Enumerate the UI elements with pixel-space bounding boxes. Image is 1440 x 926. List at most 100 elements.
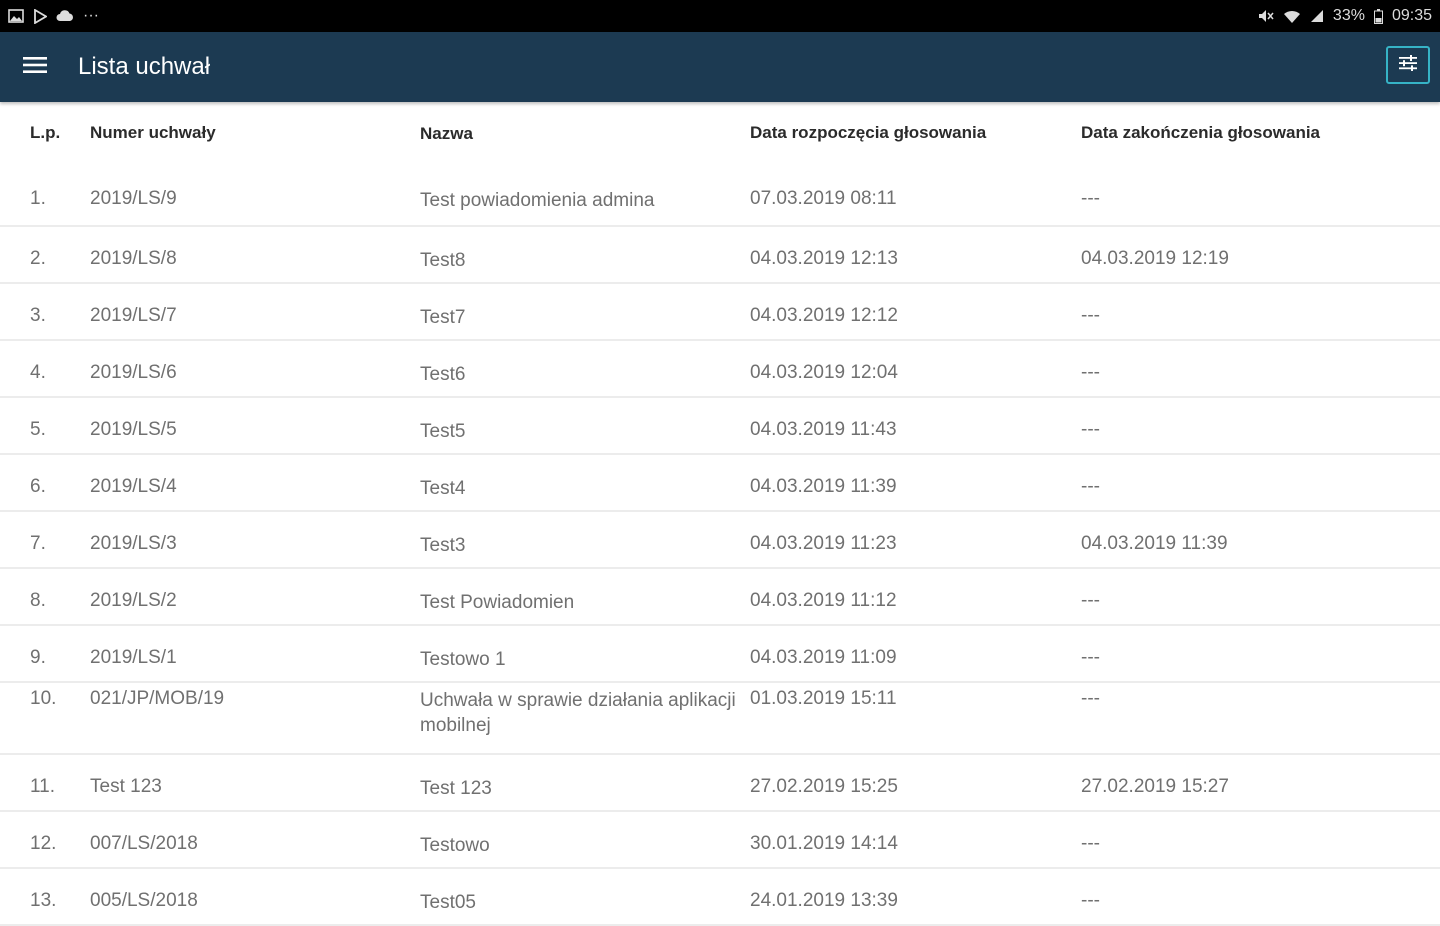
cell-end-date: --- [1081, 590, 1100, 611]
cell-name: Test8 [420, 250, 466, 271]
cell-name: Uchwała w sprawie działania aplikacji mo… [420, 690, 736, 736]
cell-lp: 9. [30, 647, 46, 668]
cell-lp: 6. [30, 476, 46, 497]
table-row[interactable]: 12. 007/LS/2018 Testowo 30.01.2019 14:14… [0, 812, 1440, 869]
hamburger-icon [23, 56, 47, 79]
cell-name: Test6 [420, 364, 466, 385]
cell-end-date: --- [1081, 647, 1100, 668]
cloud-icon [56, 8, 74, 24]
signal-icon [1310, 8, 1324, 24]
cell-name: Test powiadomienia admina [420, 190, 655, 211]
cell-name: Test3 [420, 535, 466, 556]
cell-end-date: --- [1081, 890, 1100, 911]
cell-start-date: 04.03.2019 12:12 [750, 305, 898, 326]
table-row[interactable]: 7. 2019/LS/3 Test3 04.03.2019 11:23 04.0… [0, 512, 1440, 569]
header-name: Nazwa [420, 123, 473, 143]
cell-start-date: 01.03.2019 15:11 [750, 688, 897, 709]
cell-number: 007/LS/2018 [90, 833, 198, 854]
table-row[interactable]: 1. 2019/LS/9 Test powiadomienia admina 0… [0, 164, 1440, 227]
cell-start-date: 04.03.2019 11:23 [750, 533, 897, 554]
cell-start-date: 07.03.2019 08:11 [750, 188, 897, 209]
cell-start-date: 04.03.2019 11:39 [750, 476, 897, 497]
cell-number: 2019/LS/5 [90, 419, 177, 440]
table-row[interactable]: 9. 2019/LS/1 Testowo 1 04.03.2019 11:09 … [0, 626, 1440, 683]
cell-name: Test Powiadomien [420, 592, 575, 613]
cell-start-date: 04.03.2019 11:12 [750, 590, 897, 611]
cell-lp: 12. [30, 833, 57, 854]
cell-start-date: 30.01.2019 14:14 [750, 833, 898, 854]
cell-number: 2019/LS/7 [90, 305, 177, 326]
clock: 09:35 [1391, 7, 1432, 24]
cell-start-date: 04.03.2019 11:09 [750, 647, 897, 668]
cell-name: Testowo 1 [420, 649, 506, 670]
more-icon: ··· [83, 7, 99, 24]
filter-sliders-icon [1398, 54, 1418, 76]
header-start-date: Data rozpoczęcia głosowania [750, 123, 987, 142]
resolutions-table: L.p. Numer uchwały Nazwa Data rozpoczęci… [0, 102, 1440, 926]
cell-lp: 8. [30, 590, 46, 611]
play-store-icon [33, 8, 47, 24]
cell-lp: 4. [30, 362, 46, 383]
cell-end-date: 04.03.2019 11:39 [1081, 533, 1228, 554]
page-title: Lista uchwał [78, 53, 211, 80]
cell-start-date: 27.02.2019 15:25 [750, 776, 898, 797]
cell-number: 2019/LS/9 [90, 188, 177, 209]
cell-name: Test5 [420, 421, 466, 442]
status-bar-right: 33% 09:35 [1258, 7, 1432, 25]
cell-end-date: --- [1081, 476, 1100, 497]
cell-lp: 10. [30, 688, 57, 709]
cell-lp: 13. [30, 890, 57, 911]
cell-number: Test 123 [90, 776, 162, 797]
cell-end-date: 27.02.2019 15:27 [1081, 776, 1229, 797]
table-row[interactable]: 3. 2019/LS/7 Test7 04.03.2019 12:12 --- [0, 284, 1440, 341]
cell-lp: 3. [30, 305, 46, 326]
table-header: L.p. Numer uchwały Nazwa Data rozpoczęci… [0, 102, 1440, 164]
mute-icon [1258, 8, 1274, 24]
cell-start-date: 04.03.2019 12:04 [750, 362, 898, 383]
header-end-date: Data zakończenia głosowania [1081, 123, 1321, 142]
cell-name: Test7 [420, 307, 466, 328]
image-icon [8, 8, 24, 24]
cell-lp: 5. [30, 419, 46, 440]
status-bar: ··· 33% 09:35 [0, 0, 1440, 32]
cell-number: 2019/LS/2 [90, 590, 177, 611]
cell-number: 2019/LS/1 [90, 647, 177, 668]
cell-number: 021/JP/MOB/19 [90, 688, 225, 709]
cell-number: 2019/LS/4 [90, 476, 177, 497]
cell-end-date: --- [1081, 305, 1100, 326]
cell-name: Testowo [420, 835, 490, 856]
cell-end-date: --- [1081, 688, 1100, 709]
table-row[interactable]: 10. 021/JP/MOB/19 Uchwała w sprawie dzia… [0, 683, 1440, 755]
table-row[interactable]: 11. Test 123 Test 123 27.02.2019 15:25 2… [0, 755, 1440, 812]
cell-lp: 1. [30, 188, 46, 209]
battery-percent: 33% [1332, 7, 1365, 24]
table-row[interactable]: 6. 2019/LS/4 Test4 04.03.2019 11:39 --- [0, 455, 1440, 512]
cell-name: Test4 [420, 478, 466, 499]
cell-number: 2019/LS/8 [90, 248, 177, 269]
menu-button[interactable] [0, 32, 70, 102]
cell-name: Test 123 [420, 778, 492, 799]
wifi-icon [1283, 8, 1301, 24]
app-bar: Lista uchwał [0, 32, 1440, 102]
cell-start-date: 04.03.2019 11:43 [750, 419, 897, 440]
battery-icon [1373, 8, 1383, 24]
header-number: Numer uchwały [90, 123, 216, 142]
cell-start-date: 24.01.2019 13:39 [750, 890, 898, 911]
cell-end-date: --- [1081, 362, 1100, 383]
cell-end-date: --- [1081, 419, 1100, 440]
cell-number: 2019/LS/3 [90, 533, 177, 554]
cell-lp: 11. [30, 776, 56, 797]
table-row[interactable]: 13. 005/LS/2018 Test05 24.01.2019 13:39 … [0, 869, 1440, 926]
cell-number: 2019/LS/6 [90, 362, 177, 383]
table-row[interactable]: 2. 2019/LS/8 Test8 04.03.2019 12:13 04.0… [0, 227, 1440, 284]
header-lp: L.p. [30, 123, 61, 142]
status-bar-left: ··· [8, 7, 99, 25]
cell-lp: 2. [30, 248, 46, 269]
cell-number: 005/LS/2018 [90, 890, 198, 911]
table-row[interactable]: 4. 2019/LS/6 Test6 04.03.2019 12:04 --- [0, 341, 1440, 398]
filter-button[interactable] [1386, 46, 1430, 84]
cell-end-date: 04.03.2019 12:19 [1081, 248, 1229, 269]
table-row[interactable]: 8. 2019/LS/2 Test Powiadomien 04.03.2019… [0, 569, 1440, 626]
table-row[interactable]: 5. 2019/LS/5 Test5 04.03.2019 11:43 --- [0, 398, 1440, 455]
cell-end-date: --- [1081, 833, 1100, 854]
